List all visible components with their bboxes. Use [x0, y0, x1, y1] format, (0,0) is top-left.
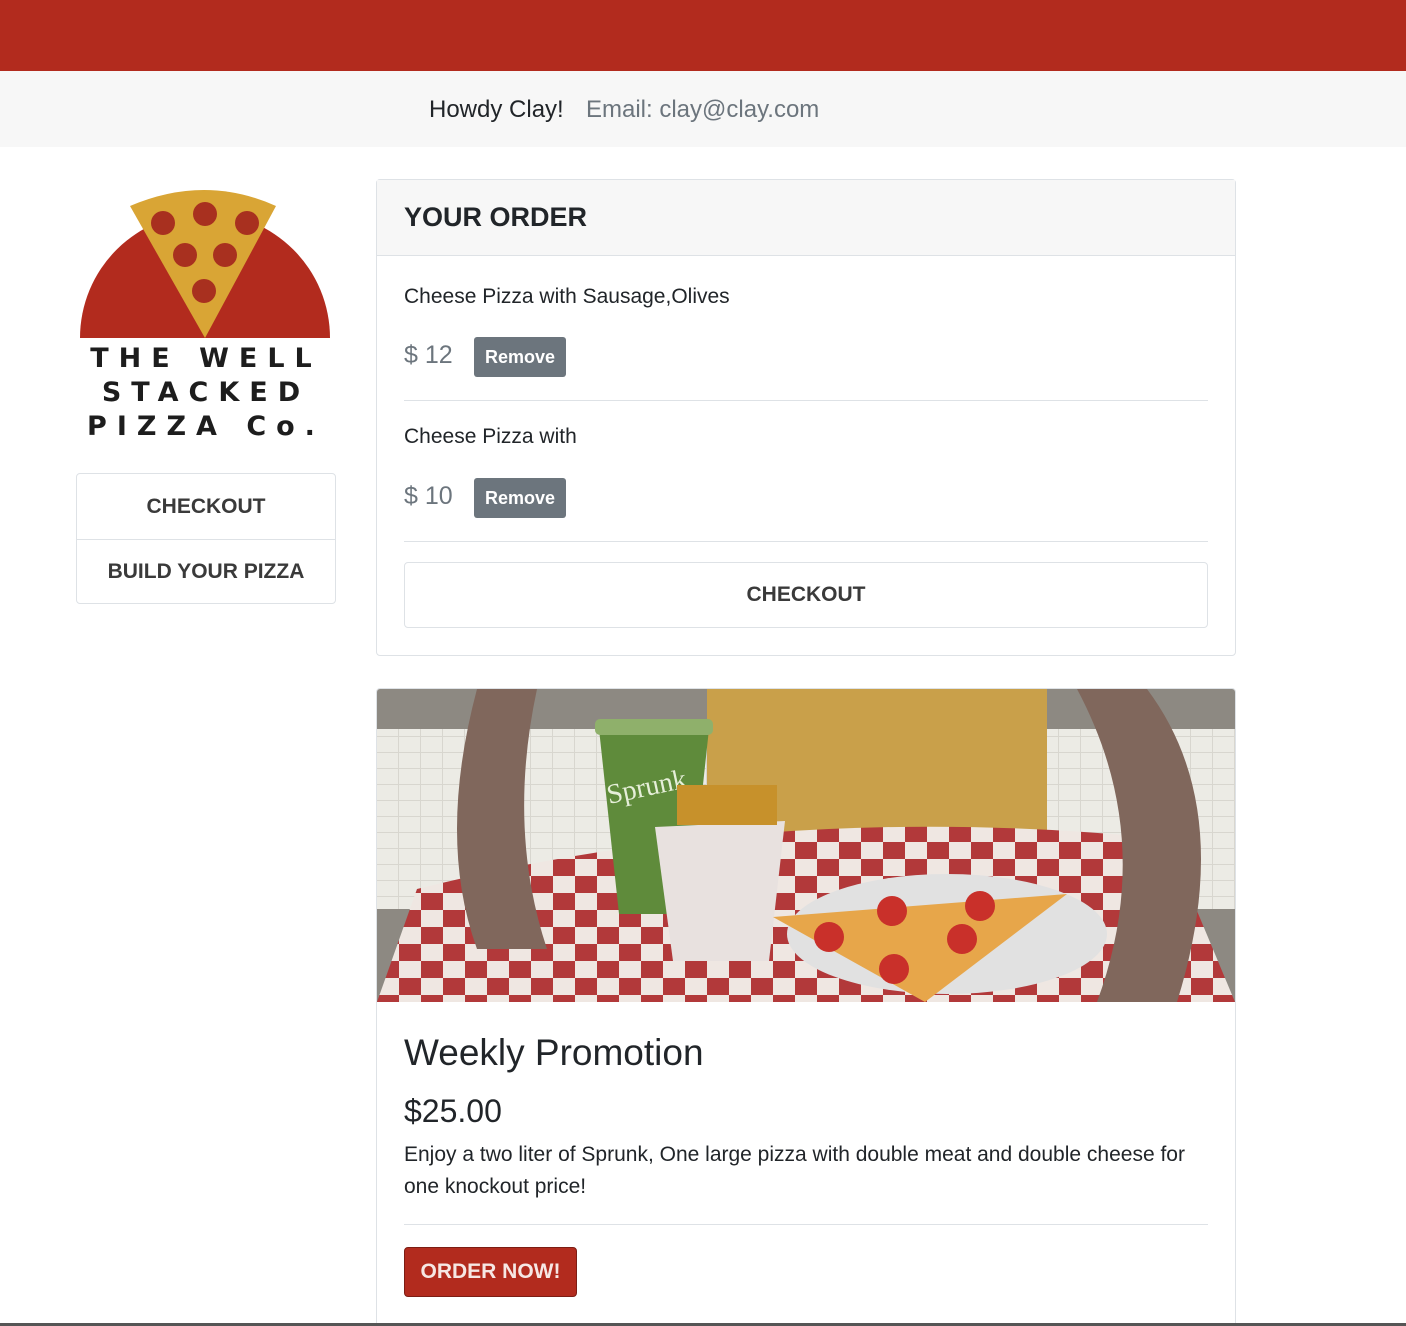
- logo-pepperoni: [151, 211, 175, 235]
- pepperoni: [814, 922, 844, 952]
- pepperoni: [877, 896, 907, 926]
- remove-button[interactable]: Remove: [474, 478, 566, 518]
- order-item-price: $ 12: [404, 341, 453, 369]
- logo-pepperoni: [213, 243, 237, 267]
- order-title: YOUR ORDER: [404, 202, 588, 232]
- sidebar-nav: CHECKOUT BUILD YOUR PIZZA: [76, 473, 336, 604]
- sidebar-item-build-pizza[interactable]: BUILD YOUR PIZZA: [77, 539, 335, 604]
- order-card: YOUR ORDER Cheese Pizza with Sausage,Oli…: [376, 179, 1236, 656]
- greeting-text: Howdy Clay!: [429, 96, 564, 123]
- promotion-card: Sprunk Weekly Promotion $25.00 Enjoy a t…: [376, 688, 1236, 1326]
- logo-line: PIZZA Co.: [87, 411, 325, 442]
- order-now-button[interactable]: ORDER NOW!: [404, 1247, 577, 1297]
- pepperoni: [879, 954, 909, 984]
- logo-line: STACKED: [101, 377, 311, 408]
- promotion-description: Enjoy a two liter of Sprunk, One large p…: [404, 1143, 1185, 1198]
- divider: [404, 541, 1208, 542]
- promotion-price: $25.00: [404, 1093, 502, 1129]
- logo-pepperoni: [192, 279, 216, 303]
- divider: [404, 1224, 1208, 1225]
- list-item: Cheese Pizza with: [404, 425, 1208, 449]
- checkout-button[interactable]: CHECKOUT: [404, 562, 1208, 628]
- logo-line: THE WELL: [90, 343, 322, 374]
- fries: [677, 785, 777, 825]
- pepperoni: [947, 924, 977, 954]
- pepperoni: [965, 891, 995, 921]
- logo-pepperoni: [173, 243, 197, 267]
- fries-box: [655, 821, 785, 961]
- order-card-header: YOUR ORDER: [377, 180, 1235, 256]
- soda-lid: [595, 719, 713, 735]
- user-email: Email: clay@clay.com: [586, 96, 820, 123]
- top-brand-bar: [0, 0, 1406, 71]
- order-item-name: Cheese Pizza with: [404, 425, 577, 448]
- sidebar-item-checkout[interactable]: CHECKOUT: [77, 474, 335, 539]
- logo-pepperoni: [235, 211, 259, 235]
- order-item-price: $ 10: [404, 482, 453, 510]
- promotion-title: Weekly Promotion: [404, 1032, 704, 1073]
- promotion-image: Sprunk: [377, 689, 1235, 1002]
- remove-button[interactable]: Remove: [474, 337, 566, 377]
- list-item: Cheese Pizza with Sausage,Olives: [404, 285, 1208, 309]
- logo-wordmark: THE WELL STACKED PIZZA Co.: [76, 342, 336, 444]
- order-item-name: Cheese Pizza with Sausage,Olives: [404, 285, 730, 308]
- divider: [404, 400, 1208, 401]
- logo-pepperoni: [193, 202, 217, 226]
